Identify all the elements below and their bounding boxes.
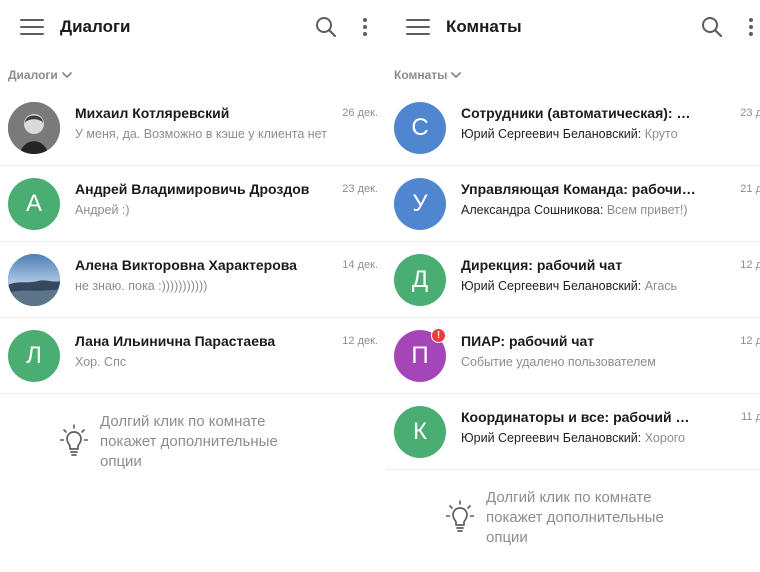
dialog-row[interactable]: А Андрей Владимировичь Дроздов 23 дек. А… xyxy=(0,166,390,242)
avatar: Д xyxy=(394,254,446,306)
avatar: К xyxy=(394,406,446,458)
more-vertical-icon[interactable] xyxy=(359,15,371,39)
room-row[interactable]: С Сотрудники (автоматическая): рабочий ч… xyxy=(386,90,760,166)
avatar xyxy=(8,254,60,306)
last-message: Юрий Сергеевич Белановский: Агась xyxy=(461,279,751,293)
message-text: не знаю. пока :))))))))))) xyxy=(75,279,208,293)
room-row[interactable]: Д Дирекция: рабочий чат 12 дек. Юрий Сер… xyxy=(386,242,760,318)
message-text: Событие удалено пользователем xyxy=(461,355,656,369)
long-press-tip: Долгий клик по комнате покажет дополните… xyxy=(446,488,696,558)
tip-text: Долгий клик по комнате покажет дополните… xyxy=(100,413,278,470)
dialog-row[interactable]: Л Лана Ильинична Парастаева 12 дек. Хор.… xyxy=(0,318,390,394)
lightbulb-icon xyxy=(60,424,88,458)
message-time: 26 дек. xyxy=(342,107,378,119)
dialogs-pane: Диалоги Диалоги Михаил Котляревский 26 д… xyxy=(0,0,390,572)
avatar: У xyxy=(394,178,446,230)
section-header-dialogs[interactable]: Диалоги xyxy=(8,68,73,82)
dialog-name: Алена Викторовна Характерова xyxy=(75,257,297,273)
page-title: Комнаты xyxy=(446,17,522,36)
long-press-tip: Долгий клик по комнате покажет дополните… xyxy=(60,412,310,482)
screen: Диалоги Диалоги Михаил Котляревский 26 д… xyxy=(0,0,760,572)
last-message: Хор. Спс xyxy=(75,355,365,369)
message-text: Хорого xyxy=(644,431,686,445)
room-name: Координаторы и все: рабочий чат xyxy=(461,409,697,425)
more-vertical-icon[interactable] xyxy=(745,15,757,39)
message-text: Агась xyxy=(644,279,678,293)
last-message: Юрий Сергеевич Белановский: Круто xyxy=(461,127,751,141)
room-name: Сотрудники (автоматическая): рабочий чат xyxy=(461,105,697,121)
message-text: У меня, да. Возможно в кэше у клиента не… xyxy=(75,127,327,141)
message-text: Круто xyxy=(644,127,678,141)
message-text: Андрей :) xyxy=(75,203,130,217)
avatar: А xyxy=(8,178,60,230)
room-list: С Сотрудники (автоматическая): рабочий ч… xyxy=(386,90,760,470)
app-bar: Диалоги xyxy=(0,0,390,54)
avatar: С xyxy=(394,102,446,154)
hamburger-menu-icon[interactable] xyxy=(20,16,44,38)
message-time: 12 дек. xyxy=(740,259,760,271)
message-time: 23 дек. xyxy=(740,107,760,119)
dialog-row[interactable]: Михаил Котляревский 26 дек. У меня, да. … xyxy=(0,90,390,166)
last-message: Александра Сошникова: Всем привет!) xyxy=(461,203,751,217)
alert-badge: ! xyxy=(431,328,446,343)
message-sender: Юрий Сергеевич Белановский: xyxy=(461,127,645,141)
message-time: 12 дек. xyxy=(342,335,378,347)
section-header-rooms[interactable]: Комнаты xyxy=(394,68,462,82)
avatar xyxy=(8,102,60,154)
dialog-list: Михаил Котляревский 26 дек. У меня, да. … xyxy=(0,90,390,394)
search-icon[interactable] xyxy=(314,15,338,39)
rooms-pane: Комнаты Комнаты С Сотрудники (автоматиче… xyxy=(386,0,760,572)
message-sender: Юрий Сергеевич Белановский: xyxy=(461,431,645,445)
tip-text: Долгий клик по комнате покажет дополните… xyxy=(486,489,664,546)
message-time: 12 дек. xyxy=(740,335,760,347)
last-message: У меня, да. Возможно в кэше у клиента не… xyxy=(75,127,365,141)
section-title: Диалоги xyxy=(8,68,58,82)
dialog-name: Андрей Владимировичь Дроздов xyxy=(75,181,310,197)
room-row[interactable]: К Координаторы и все: рабочий чат 11 дек… xyxy=(386,394,760,470)
search-icon[interactable] xyxy=(700,15,724,39)
message-sender: Юрий Сергеевич Белановский: xyxy=(461,279,645,293)
room-row[interactable]: У Управляющая Команда: рабочий чат 21 де… xyxy=(386,166,760,242)
room-name: ПИАР: рабочий чат xyxy=(461,333,595,349)
message-sender: Александра Сошникова: xyxy=(461,203,607,217)
avatar: Л xyxy=(8,330,60,382)
app-bar: Комнаты xyxy=(386,0,760,54)
hamburger-menu-icon[interactable] xyxy=(406,16,430,38)
chevron-down-icon xyxy=(450,69,462,79)
message-text: Всем привет!) xyxy=(606,203,688,217)
dialog-name: Михаил Котляревский xyxy=(75,105,230,121)
room-name: Дирекция: рабочий чат xyxy=(461,257,623,273)
page-title: Диалоги xyxy=(60,17,131,36)
dialog-name: Лана Ильинична Парастаева xyxy=(75,333,276,349)
dialog-row[interactable]: Алена Викторовна Характерова 14 дек. не … xyxy=(0,242,390,318)
message-text: Хор. Спс xyxy=(75,355,127,369)
last-message: не знаю. пока :))))))))))) xyxy=(75,279,365,293)
chevron-down-icon xyxy=(61,69,73,79)
section-title: Комнаты xyxy=(394,68,448,82)
last-message: Юрий Сергеевич Белановский: Хорого xyxy=(461,431,751,445)
last-message: Андрей :) xyxy=(75,203,365,217)
message-time: 23 дек. xyxy=(342,183,378,195)
message-time: 11 дек. xyxy=(741,411,760,423)
room-name: Управляющая Команда: рабочий чат xyxy=(461,181,697,197)
message-time: 21 дек. xyxy=(740,183,760,195)
message-time: 14 дек. xyxy=(342,259,378,271)
last-message: Событие удалено пользователем xyxy=(461,355,751,369)
lightbulb-icon xyxy=(446,500,474,534)
room-row[interactable]: П ! ПИАР: рабочий чат 12 дек. Событие уд… xyxy=(386,318,760,394)
